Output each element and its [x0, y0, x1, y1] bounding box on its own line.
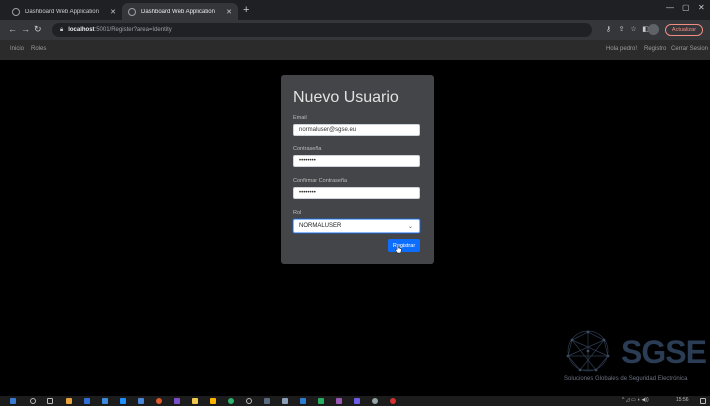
- network-sphere-icon: [566, 330, 610, 372]
- taskbar-app-icon[interactable]: [354, 398, 360, 404]
- app-navbar: Inicio Roles Hola pedro! Registro Cerrar…: [0, 40, 710, 60]
- form-title: Nuevo Usuario: [293, 89, 399, 106]
- email-label: Email: [293, 115, 307, 121]
- task-view-icon[interactable]: [47, 398, 53, 404]
- taskbar-app-icon[interactable]: [120, 398, 126, 404]
- close-window-icon[interactable]: ✕: [698, 3, 705, 12]
- star-icon[interactable]: ☆: [629, 25, 638, 34]
- taskbar-app-icon[interactable]: [300, 398, 306, 404]
- new-tab-icon[interactable]: +: [243, 4, 249, 16]
- taskbar-app-icon[interactable]: [390, 398, 396, 404]
- nav-logout[interactable]: Cerrar Sesion: [671, 46, 708, 52]
- register-button[interactable]: Registrar: [388, 239, 420, 252]
- reload-icon[interactable]: ↻: [34, 24, 42, 35]
- taskbar-app-icon[interactable]: [138, 398, 144, 404]
- address-bar[interactable]: 🔒︎ localhost :5001/Register?area=Identit…: [52, 23, 592, 37]
- taskbar-app-icon[interactable]: [228, 398, 234, 404]
- search-icon[interactable]: [30, 398, 36, 404]
- taskbar-app-icon[interactable]: [84, 398, 90, 404]
- confirm-password-field[interactable]: ••••••••: [293, 187, 420, 199]
- taskbar-app-icon[interactable]: [264, 398, 270, 404]
- taskbar-app-icon[interactable]: [282, 398, 288, 404]
- taskbar-app-icon[interactable]: [372, 398, 378, 404]
- url-host: localhost: [68, 27, 95, 33]
- password-label: Contraseña: [293, 146, 322, 152]
- taskbar-app-icon[interactable]: [318, 398, 324, 404]
- email-field[interactable]: normaluser@sgse.eu: [293, 124, 420, 136]
- nav-inicio[interactable]: Inicio: [10, 46, 24, 52]
- hand-cursor-icon: [395, 245, 402, 254]
- browser-window: Dashboard Web Application ✕ Dashboard We…: [0, 0, 710, 406]
- system-tray-icons[interactable]: ^ ◿ ▭ ◖ ◀)): [622, 397, 649, 403]
- taskbar-app-icon[interactable]: [156, 398, 162, 404]
- close-tab-icon[interactable]: ✕: [226, 8, 232, 16]
- taskbar-clock[interactable]: 15:56: [676, 397, 689, 403]
- back-icon[interactable]: ←: [8, 24, 17, 35]
- taskbar-app-icon[interactable]: [210, 398, 216, 404]
- notifications-icon[interactable]: [700, 398, 706, 404]
- key-icon[interactable]: ⚷: [604, 25, 613, 34]
- taskbar-app-icon[interactable]: [336, 398, 342, 404]
- role-selected-value: NORMALUSER: [299, 223, 342, 229]
- company-logo: SGSE: [621, 334, 707, 370]
- role-label: Rol: [293, 210, 302, 216]
- taskbar-app-icon[interactable]: [192, 398, 198, 404]
- taskbar-app-icon[interactable]: [102, 398, 108, 404]
- taskbar-app-icon[interactable]: [246, 398, 252, 404]
- browser-tab-1[interactable]: Dashboard Web Application ✕: [6, 3, 122, 20]
- nav-register[interactable]: Registro: [644, 46, 666, 52]
- lock-icon: 🔒︎: [60, 26, 64, 33]
- close-tab-icon[interactable]: ✕: [110, 8, 116, 16]
- role-select[interactable]: NORMALUSER ⌄: [293, 219, 420, 233]
- share-icon[interactable]: ⇪: [617, 25, 626, 34]
- globe-icon: [12, 7, 20, 16]
- taskbar-app-icon[interactable]: [174, 398, 180, 404]
- forward-icon[interactable]: →: [21, 24, 30, 35]
- company-tagline: Soluciones Globales de Seguridad Electró…: [564, 376, 688, 382]
- minimize-icon[interactable]: —: [666, 3, 674, 12]
- browser-tab-2[interactable]: Dashboard Web Application ✕: [122, 3, 238, 20]
- tab-label: Dashboard Web Application: [25, 8, 99, 15]
- globe-icon: [128, 7, 136, 16]
- profile-avatar[interactable]: [648, 24, 659, 35]
- chevron-down-icon: ⌄: [407, 224, 413, 230]
- url-path: :5001/Register?area=Identity: [94, 27, 172, 33]
- nav-roles[interactable]: Roles: [31, 46, 46, 52]
- os-taskbar: ^ ◿ ▭ ◖ ◀)) 15:56: [0, 396, 710, 406]
- tab-label: Dashboard Web Application: [141, 8, 215, 15]
- tab-strip: Dashboard Web Application ✕ Dashboard We…: [0, 0, 710, 20]
- register-card: Nuevo Usuario Email normaluser@sgse.eu C…: [281, 75, 434, 264]
- nav-greeting[interactable]: Hola pedro!: [606, 46, 637, 52]
- start-icon[interactable]: [10, 398, 16, 404]
- update-button[interactable]: Actualizar: [665, 24, 703, 36]
- confirm-password-label: Confirmar Contraseña: [293, 178, 348, 184]
- maximize-icon[interactable]: ▢: [682, 3, 690, 12]
- password-field[interactable]: ••••••••: [293, 155, 420, 167]
- browser-toolbar: ← → ↻ 🔒︎ localhost :5001/Register?area=I…: [0, 20, 710, 40]
- taskbar-app-icon[interactable]: [66, 398, 72, 404]
- company-watermark: SGSE Soluciones Globales de Seguridad El…: [560, 328, 707, 388]
